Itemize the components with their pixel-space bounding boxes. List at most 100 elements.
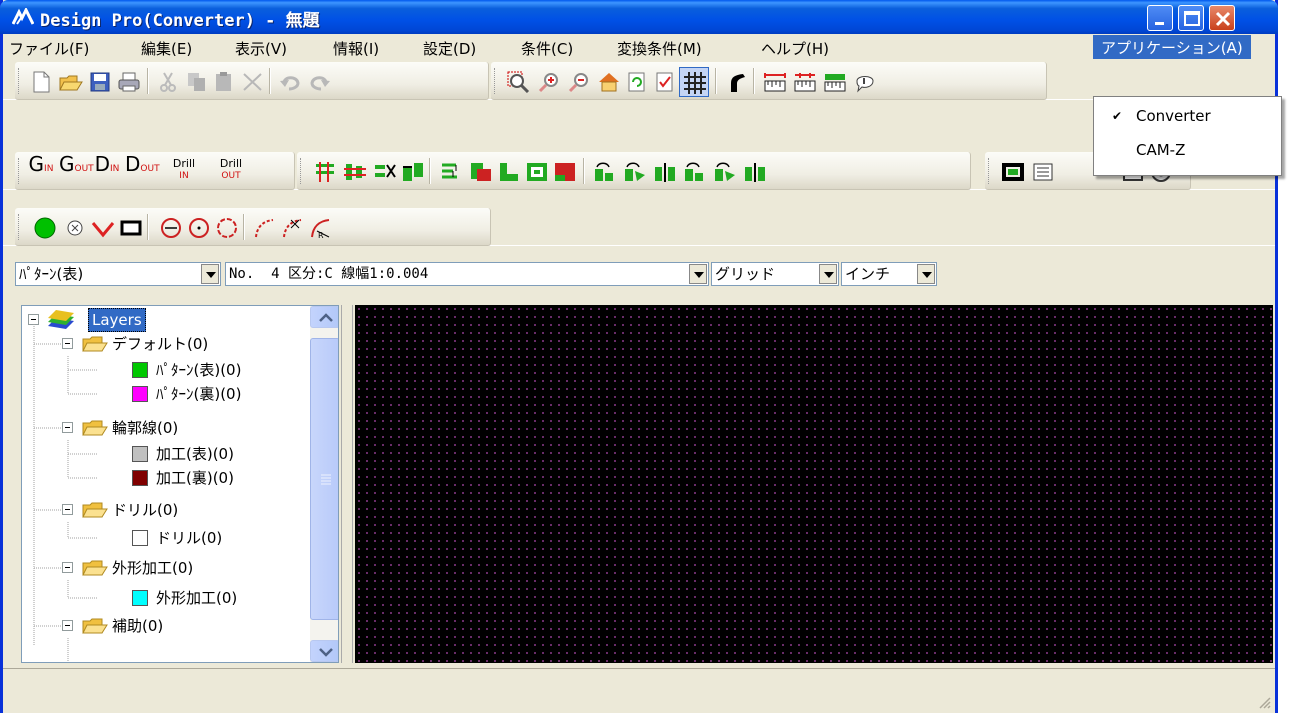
tree-group-default[interactable]: デフォルト(0) <box>22 332 302 356</box>
menu-file[interactable]: ファイル(F) <box>9 38 89 59</box>
home-view-icon[interactable] <box>597 71 621 93</box>
info-balloon-icon[interactable] <box>853 71 877 93</box>
toolbar-grip[interactable] <box>494 68 497 94</box>
pad-round-icon[interactable] <box>33 217 57 239</box>
layer-color-swatch[interactable] <box>132 386 148 402</box>
print-icon[interactable] <box>117 71 141 93</box>
layer-color-swatch[interactable] <box>132 530 148 546</box>
redo-icon[interactable] <box>307 71 331 93</box>
save-icon[interactable] <box>89 71 113 93</box>
layer-sheet-icon[interactable] <box>1031 161 1055 183</box>
menu-info[interactable]: 情報(I) <box>333 38 379 59</box>
layer-color-swatch[interactable] <box>132 362 148 378</box>
grid-toggle-icon[interactable] <box>679 67 709 97</box>
board-copy-icon[interactable] <box>469 161 493 183</box>
tree-layer-machining-top[interactable]: 加工(表)(0) <box>22 442 302 466</box>
outline-icon[interactable] <box>497 161 521 183</box>
tree-layer-drill[interactable]: ドリル(0) <box>22 526 302 550</box>
rotate-left-2-icon[interactable] <box>713 161 737 183</box>
arc-radius-icon[interactable]: R <box>309 217 333 239</box>
menu-conditions[interactable]: 条件(C) <box>521 38 573 59</box>
ruler-icon[interactable] <box>823 71 847 93</box>
toolbar-grip[interactable] <box>988 158 991 184</box>
tree-layer-pattern-top[interactable]: ﾊﾟﾀｰﾝ(表)(0) <box>22 358 302 382</box>
new-file-icon[interactable] <box>29 71 53 93</box>
chevron-down-icon[interactable] <box>917 264 935 284</box>
drill-in-button[interactable]: Drill IN <box>165 158 203 182</box>
tool-select[interactable]: No. 4 区分:C 線幅1:0.004 <box>225 262 709 286</box>
collapse-icon[interactable] <box>62 504 73 515</box>
title-bar[interactable]: Design Pro(Converter) - 無題 <box>0 0 1278 34</box>
zoom-in-icon[interactable] <box>537 71 561 93</box>
fill-icon[interactable] <box>553 161 577 183</box>
copy-icon[interactable] <box>185 71 209 93</box>
measure-icon[interactable] <box>763 71 787 93</box>
swap-icon[interactable] <box>373 161 397 183</box>
tree-group-profile[interactable]: 外形加工(0) <box>22 556 302 580</box>
menu-convert-conditions[interactable]: 変換条件(M) <box>617 38 702 59</box>
menu-application[interactable]: アプリケーション(A) <box>1093 35 1251 59</box>
gerber-out-button[interactable]: GOUT <box>59 154 94 175</box>
dxf-in-button[interactable]: DIN <box>93 154 121 175</box>
menu-help[interactable]: ヘルプ(H) <box>761 38 829 59</box>
collapse-icon[interactable] <box>62 422 73 433</box>
align-horizontal-icon[interactable] <box>343 161 367 183</box>
line-tool-icon[interactable] <box>725 71 749 93</box>
scroll-down-button[interactable] <box>310 640 338 662</box>
grid-select[interactable]: グリッド <box>711 262 839 286</box>
dxf-out-button[interactable]: DOUT <box>125 154 160 175</box>
circle-center-icon[interactable] <box>187 217 211 239</box>
rotate-right-icon[interactable] <box>593 161 617 183</box>
arc-3point-icon[interactable] <box>281 217 305 239</box>
collapse-icon[interactable] <box>62 338 73 349</box>
circle-3point-icon[interactable] <box>215 217 239 239</box>
chevron-down-icon[interactable] <box>201 264 219 284</box>
rectangle-select-icon[interactable] <box>1001 161 1025 183</box>
delete-icon[interactable] <box>241 71 265 93</box>
collapse-icon[interactable] <box>62 620 73 631</box>
scroll-thumb[interactable] <box>310 338 338 620</box>
toolbar-grip[interactable] <box>300 158 303 184</box>
chevron-down-icon[interactable] <box>689 264 707 284</box>
rotate-left-icon[interactable] <box>623 161 647 183</box>
circle-diameter-icon[interactable] <box>159 217 183 239</box>
open-folder-icon[interactable] <box>59 71 83 93</box>
tree-layer-profile[interactable]: 外形加工(0) <box>22 586 302 610</box>
tree-layer-machining-bottom[interactable]: 加工(裏)(0) <box>22 466 302 490</box>
menu-item-cam-z[interactable]: CAM-Z <box>1094 135 1281 165</box>
mirror-2-icon[interactable] <box>743 161 767 183</box>
layer-color-swatch[interactable] <box>132 470 148 486</box>
tree-layer-pattern-bottom[interactable]: ﾊﾟﾀｰﾝ(裏)(0) <box>22 382 302 406</box>
chevron-down-icon[interactable] <box>819 264 837 284</box>
minimize-button[interactable] <box>1147 5 1173 31</box>
scroll-up-button[interactable] <box>310 306 338 328</box>
cut-icon[interactable] <box>157 71 181 93</box>
menu-settings[interactable]: 設定(D) <box>423 38 476 59</box>
pad-via-icon[interactable] <box>63 217 87 239</box>
mirror-icon[interactable] <box>653 161 677 183</box>
drawing-canvas[interactable] <box>355 305 1273 663</box>
measure-pitch-icon[interactable] <box>793 71 817 93</box>
zoom-out-icon[interactable] <box>567 71 591 93</box>
menu-edit[interactable]: 編集(E) <box>141 38 192 59</box>
toolbar-grip[interactable] <box>18 158 21 184</box>
rotate-right-2-icon[interactable] <box>683 161 707 183</box>
tree-group-outline[interactable]: 輪郭線(0) <box>22 416 302 440</box>
frame-icon[interactable] <box>525 161 549 183</box>
redraw-icon[interactable] <box>625 71 649 93</box>
align-vertical-icon[interactable] <box>313 161 337 183</box>
polyline-icon[interactable] <box>91 217 115 239</box>
paste-icon[interactable] <box>213 71 237 93</box>
layer-color-swatch[interactable] <box>132 446 148 462</box>
maximize-button[interactable] <box>1178 5 1204 31</box>
tree-group-drill[interactable]: ドリル(0) <box>22 498 302 522</box>
panel-splitter[interactable] <box>341 305 353 663</box>
menu-item-converter[interactable]: ✔ Converter <box>1094 101 1281 131</box>
gerber-in-button[interactable]: GIN <box>27 154 55 175</box>
unit-select[interactable]: インチ <box>841 262 937 286</box>
undo-icon[interactable] <box>279 71 303 93</box>
layer-select[interactable]: ﾊﾟﾀｰﾝ(表) <box>15 262 221 286</box>
check-sheet-icon[interactable] <box>653 71 677 93</box>
tree-group-auxiliary[interactable]: 補助(0) <box>22 614 302 638</box>
drill-out-button[interactable]: Drill OUT <box>211 158 251 182</box>
